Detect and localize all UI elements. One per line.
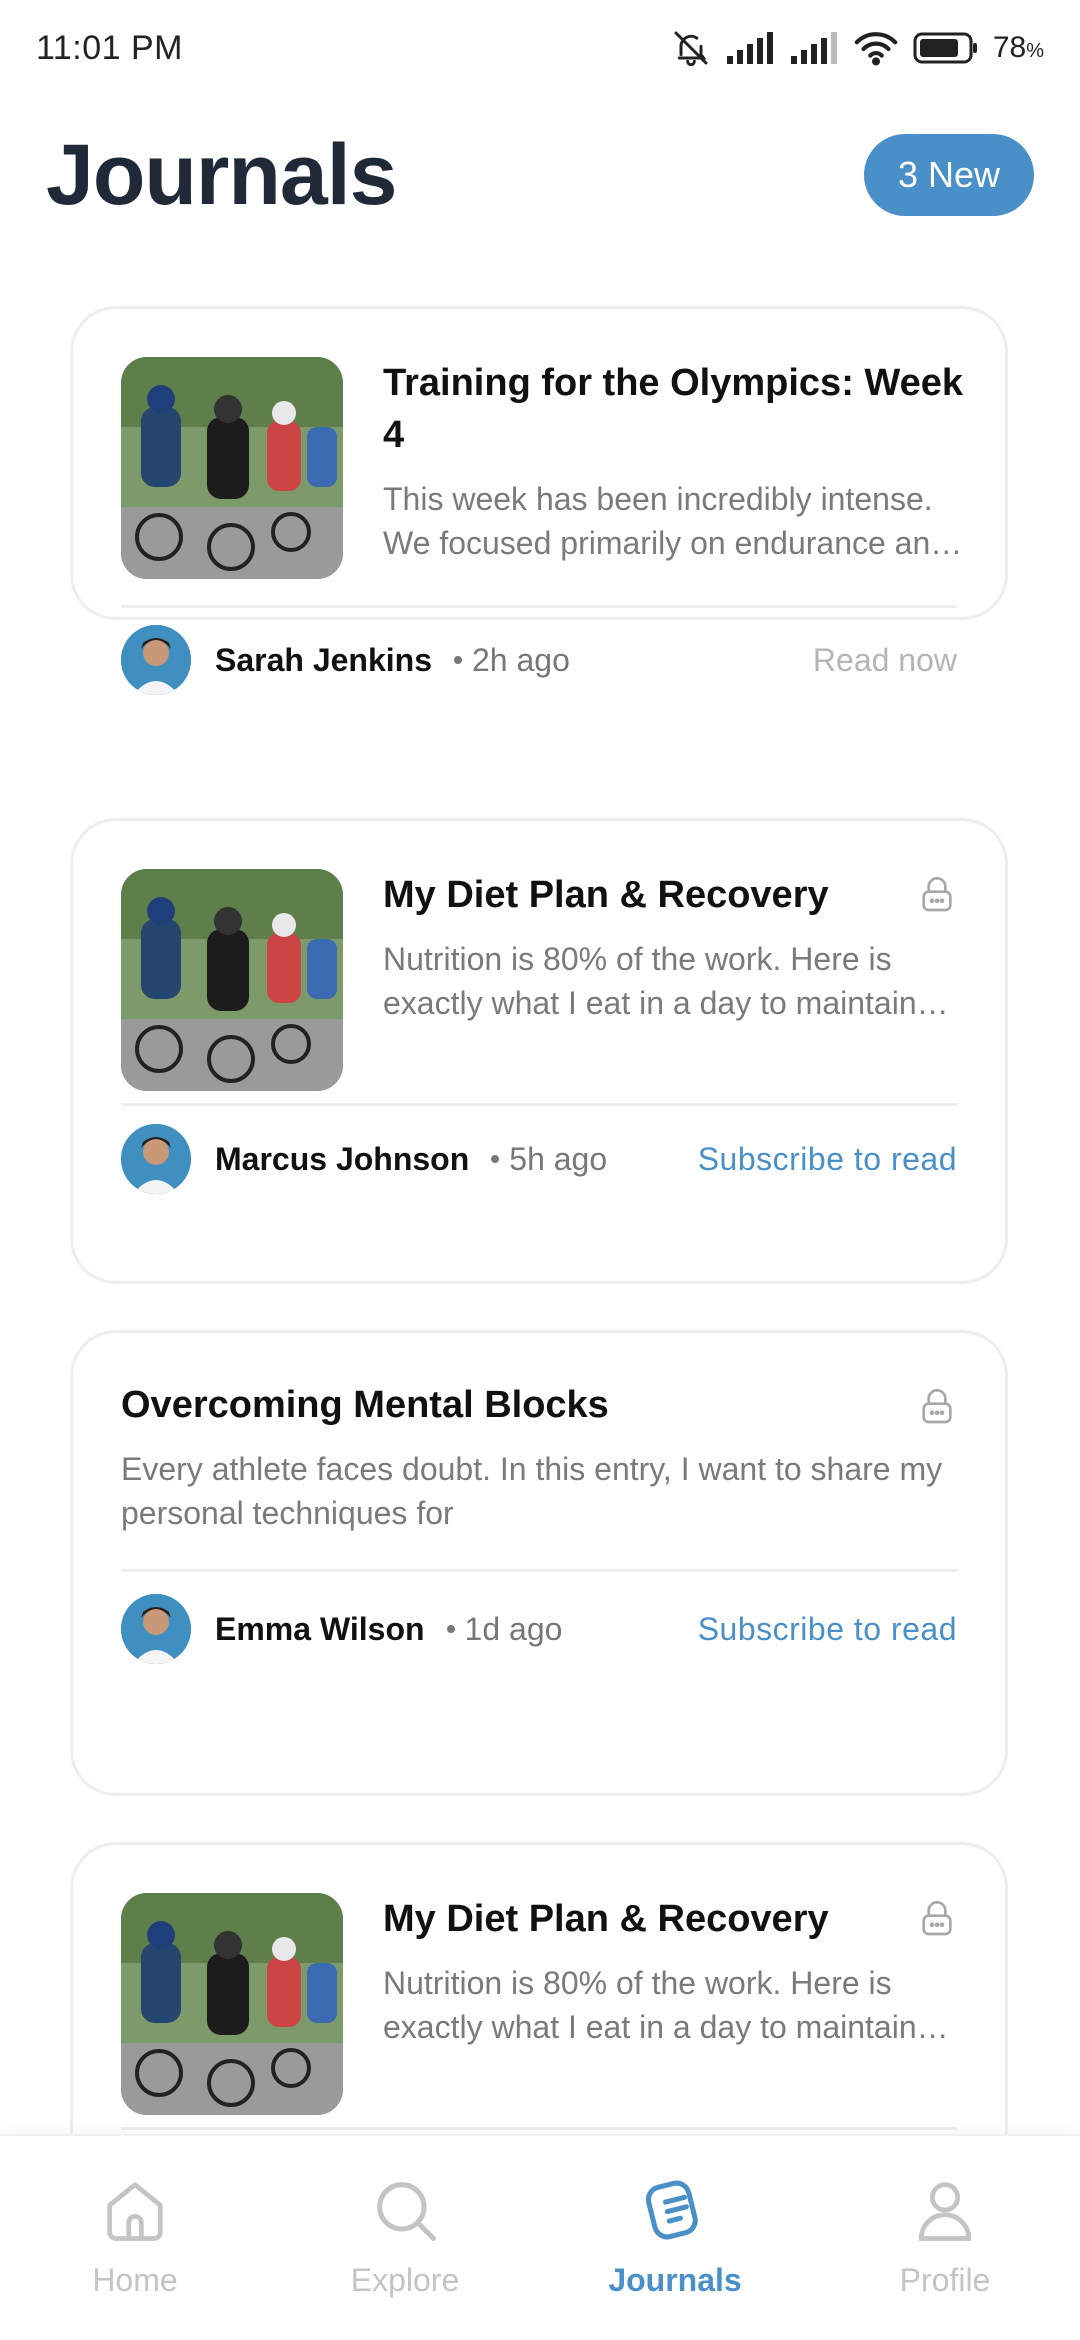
card-footer: Marcus Johnson 5h ago Subscribe to read [121, 1123, 957, 1195]
wifi-icon [853, 30, 899, 66]
card-title: My Diet Plan & Recovery [383, 874, 829, 916]
journals-screen: 11:01 PM 78% Journals 3 New Training for… [0, 0, 1080, 2340]
nav-item-journals[interactable]: Journals [555, 2172, 795, 2299]
profile-icon [918, 2182, 972, 2241]
bell-off-icon [671, 28, 711, 68]
signal-icon [789, 30, 839, 66]
separator-dot [446, 1625, 455, 1633]
separator-dot [491, 1155, 500, 1163]
avatar[interactable] [121, 625, 191, 695]
nav-label: Journals [608, 2262, 742, 2298]
author-name[interactable]: Sarah Jenkins [215, 642, 432, 679]
card-title: Overcoming Mental Blocks [121, 1384, 609, 1426]
page-header: Journals 3 New [0, 110, 1080, 240]
status-time: 11:01 PM [36, 28, 184, 67]
journal-card[interactable]: Training for the Olympics: Week 4 This w… [70, 306, 1008, 695]
card-excerpt: Nutrition is 80% of the work. Here is ex… [383, 941, 917, 1021]
lock-icon [922, 1901, 952, 1936]
nav-label: Home [92, 2262, 178, 2298]
battery-icon [913, 31, 979, 65]
card-title: Training for the Olympics: Week 4 [383, 362, 963, 456]
journal-icon [645, 2180, 698, 2240]
nav-item-explore[interactable]: Explore [285, 2172, 525, 2299]
battery-percent: 78% [992, 31, 1044, 64]
new-entries-badge[interactable]: 3 New [863, 134, 1034, 216]
home-icon [107, 2182, 163, 2241]
author-name[interactable]: Marcus Johnson [215, 1141, 469, 1178]
nav-label: Explore [350, 2262, 460, 2298]
journal-card[interactable]: Overcoming Mental Blocks Every athlete f… [70, 1330, 1008, 1796]
avatar[interactable] [121, 1594, 191, 1664]
cycling-thumbnail [121, 869, 343, 1091]
read-now-link[interactable]: Read now [813, 642, 957, 679]
nav-item-profile[interactable]: Profile [825, 2172, 1065, 2299]
bottom-nav: Home Explore Journals Profile [0, 2134, 1080, 2340]
nav-item-home[interactable]: Home [15, 2172, 255, 2299]
card-divider [121, 1103, 957, 1106]
author-name[interactable]: Emma Wilson [215, 1611, 425, 1648]
card-excerpt: Every athlete faces doubt. In this entry… [121, 1451, 943, 1531]
separator-dot [454, 656, 462, 664]
card-excerpt: Nutrition is 80% of the work. Here is ex… [383, 1965, 917, 2045]
subscribe-to-read-link[interactable]: Subscribe to read [698, 1611, 957, 1648]
page-title: Journals [46, 126, 397, 223]
status-icons: 78% [671, 28, 1044, 68]
signal-icon [725, 30, 775, 66]
card-title: My Diet Plan & Recovery [383, 1898, 829, 1940]
post-time: 5h ago [509, 1140, 608, 1177]
lock-icon [922, 877, 952, 912]
card-footer: Sarah Jenkins 2h ago Read now [121, 624, 957, 696]
post-time: 1d ago [464, 1610, 563, 1647]
card-divider [121, 1569, 957, 1572]
status-bar: 11:01 PM 78% [0, 0, 1080, 96]
avatar[interactable] [121, 1124, 191, 1194]
card-excerpt: This week has been incredibly intense. W… [383, 481, 949, 561]
journal-card[interactable]: My Diet Plan & Recovery Nutrition is 80%… [70, 818, 1008, 1284]
card-divider [121, 605, 957, 608]
card-divider [121, 2127, 957, 2130]
nav-label: Profile [899, 2262, 991, 2298]
search-icon [377, 2182, 437, 2242]
subscribe-to-read-link[interactable]: Subscribe to read [698, 1141, 957, 1178]
lock-icon [922, 1389, 952, 1424]
post-time: 2h ago [472, 641, 570, 678]
cycling-thumbnail [121, 357, 343, 579]
card-footer: Emma Wilson 1d ago Subscribe to read [121, 1593, 957, 1665]
cycling-thumbnail [121, 1893, 343, 2115]
